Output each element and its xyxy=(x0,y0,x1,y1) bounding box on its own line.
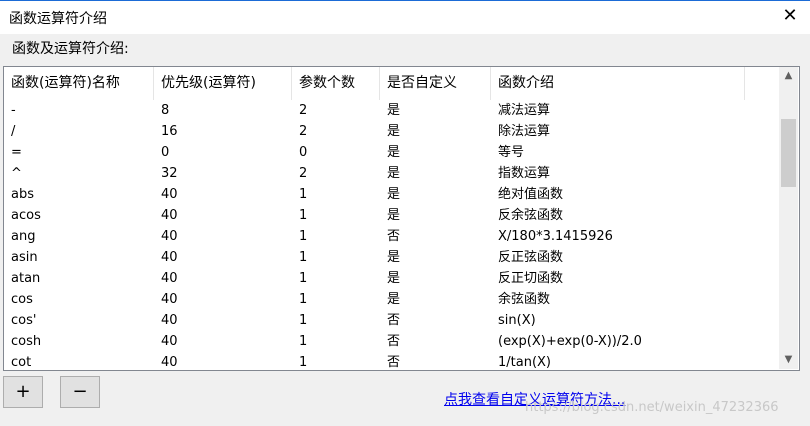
table-row[interactable]: ang 40 1 否 X/180*3.1415926 xyxy=(4,226,779,247)
cell-is-custom: 否 xyxy=(387,334,401,349)
cell-arg-count: 1 xyxy=(299,250,308,265)
function-list-view[interactable]: 函数(运算符)名称 优先级(运算符) 参数个数 是否自定义 函数介绍 - 8 2 是 减… xyxy=(3,66,800,371)
cell-arg-count: 2 xyxy=(299,166,308,181)
cell-priority: 40 xyxy=(161,313,178,328)
cell-description: X/180*3.1415926 xyxy=(498,229,613,244)
column-header-is-custom[interactable]: 是否自定义 xyxy=(380,67,491,100)
cell-is-custom: 否 xyxy=(387,313,401,328)
cell-arg-count: 0 xyxy=(299,145,308,160)
cell-is-custom: 是 xyxy=(387,124,401,139)
window-title: 函数运算符介绍 xyxy=(9,11,107,27)
cell-arg-count: 1 xyxy=(299,313,308,328)
table-row[interactable]: cosh 40 1 否 (exp(X)+exp(0-X))/2.0 xyxy=(4,331,779,352)
table-row[interactable]: = 0 0 是 等号 xyxy=(4,142,779,163)
table-row[interactable]: - 8 2 是 减法运算 xyxy=(4,100,779,121)
chevron-up-icon: ▲ xyxy=(784,70,793,81)
section-label: 函数及运算符介绍: xyxy=(12,41,129,57)
close-icon: ✕ xyxy=(782,5,798,26)
cell-description: sin(X) xyxy=(498,313,536,328)
cell-arg-count: 1 xyxy=(299,208,308,223)
table-row[interactable]: atan 40 1 是 反正切函数 xyxy=(4,268,779,289)
table-row[interactable]: cot 40 1 否 1/tan(X) xyxy=(4,352,779,370)
cell-arg-count: 1 xyxy=(299,187,308,202)
cell-is-custom: 是 xyxy=(387,145,401,160)
cell-is-custom: 是 xyxy=(387,271,401,286)
cell-name: abs xyxy=(11,187,34,202)
cell-arg-count: 1 xyxy=(299,271,308,286)
cell-description: 1/tan(X) xyxy=(498,355,552,370)
cell-name: ^ xyxy=(11,166,22,181)
scrollbar-thumb[interactable] xyxy=(781,119,796,187)
column-header-priority[interactable]: 优先级(运算符) xyxy=(154,67,292,100)
vertical-scrollbar[interactable]: ▲ ▼ xyxy=(779,67,798,369)
cell-priority: 16 xyxy=(161,124,178,139)
scroll-up-button[interactable]: ▲ xyxy=(779,67,798,85)
scroll-down-button[interactable]: ▼ xyxy=(779,351,798,369)
cell-priority: 40 xyxy=(161,334,178,349)
cell-description: (exp(X)+exp(0-X))/2.0 xyxy=(498,334,642,349)
table-row[interactable]: / 16 2 是 除法运算 xyxy=(4,121,779,142)
cell-description: 绝对值函数 xyxy=(498,187,564,202)
cell-arg-count: 1 xyxy=(299,292,308,307)
cell-is-custom: 是 xyxy=(387,208,401,223)
cell-description: 等号 xyxy=(498,145,525,160)
cell-description: 反正切函数 xyxy=(498,271,564,286)
cell-description: 减法运算 xyxy=(498,103,551,118)
cell-priority: 32 xyxy=(161,166,178,181)
cell-name: atan xyxy=(11,271,41,286)
cell-priority: 40 xyxy=(161,250,178,265)
close-button[interactable]: ✕ xyxy=(775,2,805,30)
cell-is-custom: 是 xyxy=(387,187,401,202)
add-button[interactable]: + xyxy=(3,376,43,408)
cell-priority: 40 xyxy=(161,187,178,202)
cell-priority: 40 xyxy=(161,229,178,244)
cell-name: ang xyxy=(11,229,36,244)
cell-description: 反正弦函数 xyxy=(498,250,564,265)
remove-button[interactable]: − xyxy=(60,376,100,408)
cell-description: 余弦函数 xyxy=(498,292,551,307)
column-header-name[interactable]: 函数(运算符)名称 xyxy=(4,67,154,100)
cell-priority: 40 xyxy=(161,355,178,370)
cell-is-custom: 是 xyxy=(387,103,401,118)
cell-priority: 8 xyxy=(161,103,170,118)
list-header: 函数(运算符)名称 优先级(运算符) 参数个数 是否自定义 函数介绍 xyxy=(4,67,779,100)
cell-is-custom: 是 xyxy=(387,250,401,265)
table-row[interactable]: cos' 40 1 否 sin(X) xyxy=(4,310,779,331)
cell-arg-count: 2 xyxy=(299,124,308,139)
table-row[interactable]: acos 40 1 是 反余弦函数 xyxy=(4,205,779,226)
cell-name: cot xyxy=(11,355,32,370)
cell-description: 除法运算 xyxy=(498,124,551,139)
column-header-description[interactable]: 函数介绍 xyxy=(491,67,745,100)
column-header-arg-count[interactable]: 参数个数 xyxy=(292,67,380,100)
table-row[interactable]: asin 40 1 是 反正弦函数 xyxy=(4,247,779,268)
watermark: https://blog.csdn.net/weixin_47232366 xyxy=(525,400,779,415)
cell-priority: 40 xyxy=(161,208,178,223)
cell-priority: 40 xyxy=(161,271,178,286)
table-row[interactable]: ^ 32 2 是 指数运算 xyxy=(4,163,779,184)
cell-arg-count: 1 xyxy=(299,334,308,349)
cell-arg-count: 2 xyxy=(299,103,308,118)
cell-name: = xyxy=(11,145,22,160)
cell-description: 指数运算 xyxy=(498,166,551,181)
cell-name: - xyxy=(11,103,16,118)
table-row[interactable]: abs 40 1 是 绝对值函数 xyxy=(4,184,779,205)
cell-arg-count: 1 xyxy=(299,229,308,244)
cell-arg-count: 1 xyxy=(299,355,308,370)
title-bar: 函数运算符介绍 ✕ xyxy=(0,0,810,34)
cell-name: cos' xyxy=(11,313,37,328)
cell-name: / xyxy=(11,124,16,139)
cell-name: cosh xyxy=(11,334,42,349)
cell-name: cos xyxy=(11,292,33,307)
cell-is-custom: 是 xyxy=(387,166,401,181)
cell-is-custom: 否 xyxy=(387,229,401,244)
cell-name: asin xyxy=(11,250,38,265)
chevron-down-icon: ▼ xyxy=(784,354,793,365)
cell-is-custom: 是 xyxy=(387,292,401,307)
cell-priority: 0 xyxy=(161,145,170,160)
cell-is-custom: 否 xyxy=(387,355,401,370)
cell-priority: 40 xyxy=(161,292,178,307)
table-row[interactable]: cos 40 1 是 余弦函数 xyxy=(4,289,779,310)
cell-name: acos xyxy=(11,208,41,223)
cell-description: 反余弦函数 xyxy=(498,208,564,223)
